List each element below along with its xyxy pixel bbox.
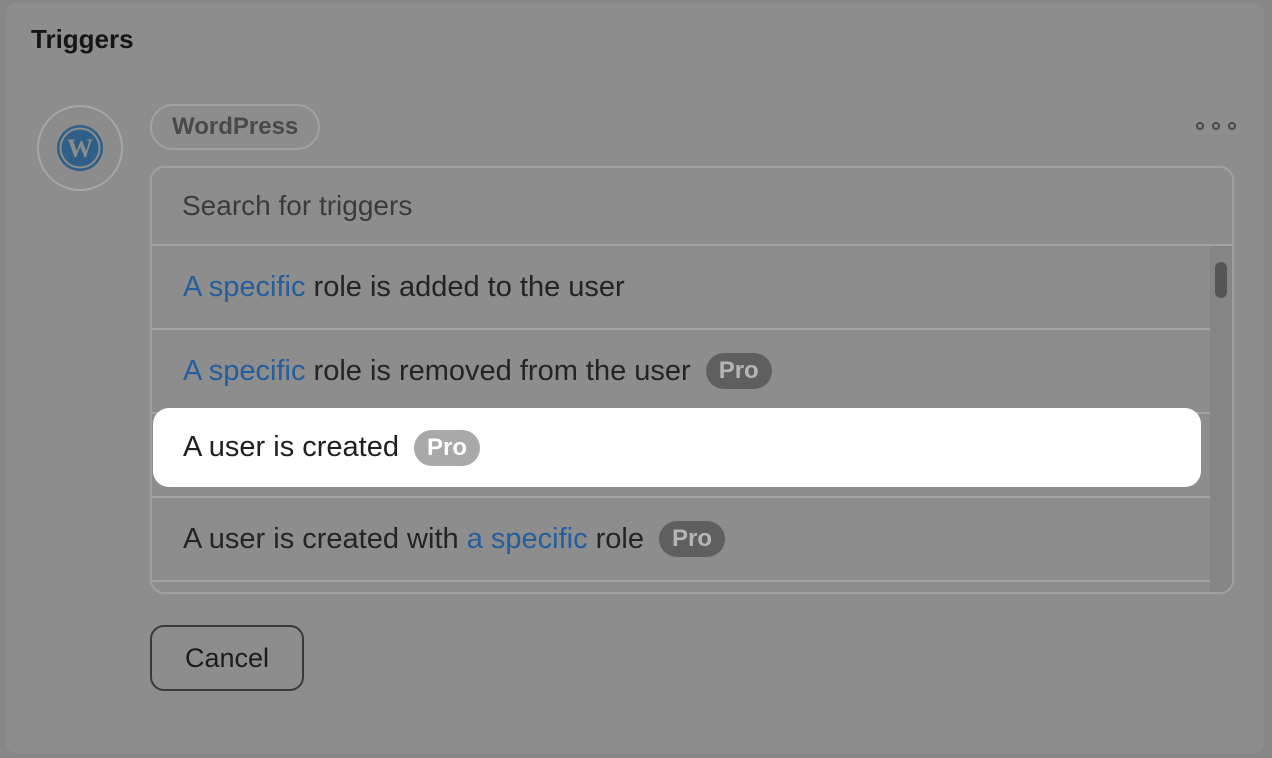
trigger-highlight[interactable]: A specific <box>183 355 306 388</box>
trigger-item-role-removed[interactable]: A specific role is removed from the user… <box>152 330 1212 414</box>
trigger-item-role-added[interactable]: A specific role is added to the user <box>152 246 1212 330</box>
integration-pill[interactable]: WordPress <box>150 104 321 150</box>
search-input[interactable] <box>152 168 1232 244</box>
pro-badge: Pro <box>659 521 726 557</box>
pro-badge: Pro <box>414 429 481 466</box>
scrollbar-thumb[interactable] <box>1215 262 1227 298</box>
wordpress-logo-icon: W <box>37 105 123 191</box>
trigger-text: role <box>587 522 644 555</box>
svg-text:W: W <box>67 134 93 163</box>
list-scrollbar[interactable] <box>1210 246 1232 592</box>
trigger-text: role is removed from the user <box>305 354 691 387</box>
trigger-text: A user is created <box>183 431 399 463</box>
trigger-item-next[interactable] <box>152 582 1212 592</box>
section-title: Triggers <box>31 24 134 54</box>
more-options-icon[interactable] <box>1196 118 1236 134</box>
trigger-item-user-created[interactable]: A user is created Pro <box>153 408 1201 487</box>
trigger-highlight[interactable]: a specific <box>467 523 588 556</box>
trigger-item-user-created-with-role[interactable]: A user is created with a specific role P… <box>152 498 1212 582</box>
trigger-text: role is added to the user <box>305 270 625 303</box>
cancel-button[interactable]: Cancel <box>150 625 304 691</box>
trigger-highlight[interactable]: A specific <box>183 271 306 304</box>
pro-badge: Pro <box>705 353 772 389</box>
trigger-text: A user is created with <box>183 522 467 555</box>
trigger-select: A specific role is added to the user A s… <box>150 166 1234 594</box>
search-row <box>152 168 1232 246</box>
